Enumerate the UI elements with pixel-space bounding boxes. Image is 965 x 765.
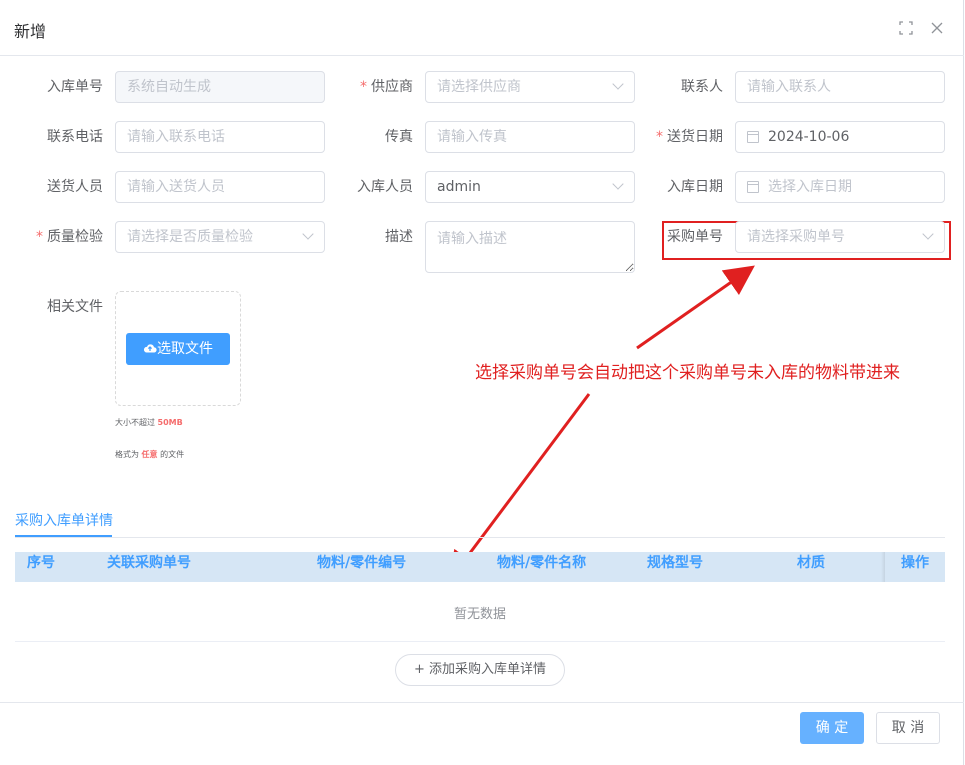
chevron-down-icon [612,178,624,190]
close-icon[interactable] [929,20,945,36]
chevron-down-icon [302,228,314,240]
purchase-no-label: 采购单号 [667,229,723,245]
col-header-purchase-no: 关联采购单号 [107,555,191,571]
table-bottom-border [15,641,945,642]
inbound-person-label: 入库人员 [357,179,413,195]
dialog: 新增 入库单号 系统自动生成 * 供应商 请选择供应商 联系人 请输入联系人 联系… [0,0,964,765]
footer-divider [0,702,964,703]
delivery-date-label: * 送货日期 [656,129,723,145]
annotation-text: 选择采购单号会自动把这个采购单号未入库的物料带进来 [475,363,900,383]
arrow-to-purchase-no [636,265,755,350]
chevron-down-icon [922,228,934,240]
fax-input[interactable]: 请输入传真 [425,121,635,153]
delivery-person-input[interactable]: 请输入送货人员 [115,171,325,203]
description-textarea[interactable] [425,221,635,273]
cloud-upload-icon [143,344,157,353]
purchase-no-select[interactable]: 请选择采购单号 [735,221,945,253]
fax-label: 传真 [385,129,413,145]
quality-check-select[interactable]: 请选择是否质量检验 [115,221,325,253]
quality-check-label: * 质量检验 [36,229,103,245]
contact-label: 联系人 [681,79,723,95]
phone-label: 联系电话 [47,129,103,145]
inbound-person-select[interactable]: admin [425,171,635,203]
cancel-button[interactable]: 取 消 [876,712,940,744]
calendar-icon [747,181,759,193]
maximize-icon[interactable] [898,20,914,36]
inbound-no-field: 系统自动生成 [115,71,325,103]
col-header-index: 序号 [27,555,55,571]
files-label: 相关文件 [47,299,103,315]
col-header-actions: 操作 [901,555,929,571]
chevron-down-icon [612,78,624,90]
upload-format-tip: 格式为 任意 的文件 [115,450,185,459]
tab-divider [15,537,945,538]
table-empty-text: 暂无数据 [453,607,506,622]
supplier-select[interactable]: 请选择供应商 [425,71,635,103]
upload-size-tip: 大小不超过 50MB [115,418,183,427]
dialog-header: 新增 [0,0,964,56]
delivery-date-picker[interactable]: 2024-10-06 [735,121,945,153]
description-label: 描述 [385,229,413,245]
col-header-part-code: 物料/零件编号 [317,555,407,571]
supplier-label: * 供应商 [360,79,413,95]
phone-input[interactable]: 请输入联系电话 [115,121,325,153]
col-header-spec: 规格型号 [647,555,703,571]
col-header-material: 材质 [797,555,825,571]
calendar-icon [747,131,759,143]
select-file-button[interactable]: 选取文件 [126,333,230,365]
fixed-column-shadow [881,552,885,582]
delivery-person-label: 送货人员 [47,179,103,195]
confirm-button[interactable]: 确 定 [800,712,864,744]
inbound-date-picker[interactable]: 选择入库日期 [735,171,945,203]
add-detail-button[interactable]: + 添加采购入库单详情 [395,654,565,686]
inbound-no-label: 入库单号 [47,79,103,95]
col-header-part-name: 物料/零件名称 [497,555,587,571]
dialog-title: 新增 [14,22,47,41]
contact-input[interactable]: 请输入联系人 [735,71,945,103]
tab-purchase-inbound-detail[interactable]: 采购入库单详情 [15,510,113,530]
tab-active-indicator [15,535,112,537]
inbound-date-label: 入库日期 [667,179,723,195]
arrow-to-detail-table [448,393,591,582]
